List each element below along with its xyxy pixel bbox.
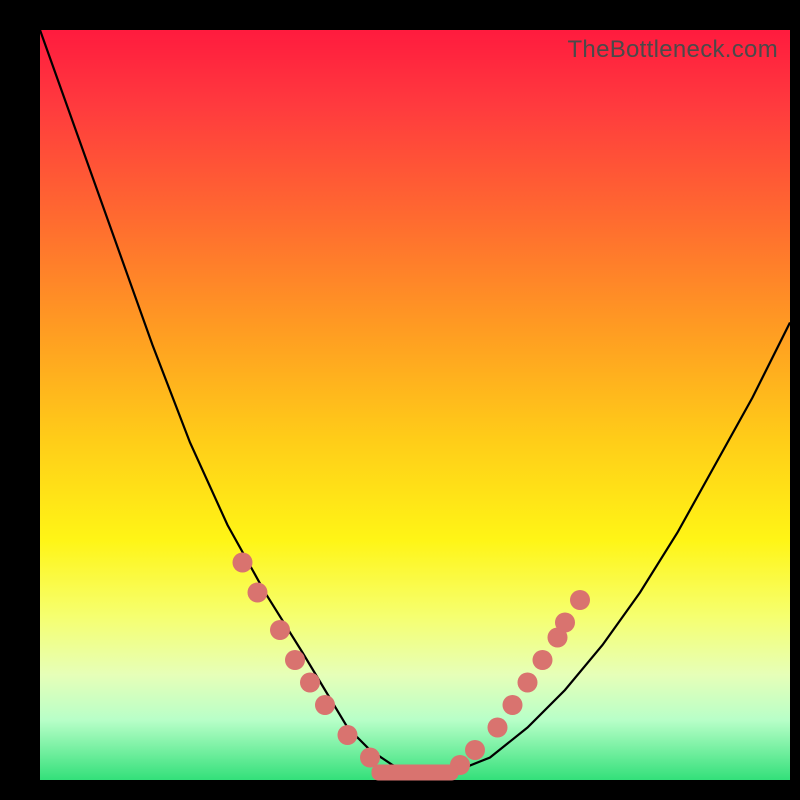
curve-marker xyxy=(338,725,358,745)
curve-markers xyxy=(233,553,591,776)
plot-area: TheBottleneck.com xyxy=(40,30,790,780)
curve-marker xyxy=(360,748,380,768)
bottleneck-curve-svg xyxy=(40,30,790,780)
curve-marker xyxy=(285,650,305,670)
curve-marker xyxy=(270,620,290,640)
chart-frame: TheBottleneck.com xyxy=(0,0,800,800)
curve-marker xyxy=(315,695,335,715)
curve-marker xyxy=(555,613,575,633)
curve-marker xyxy=(300,673,320,693)
curve-marker xyxy=(488,718,508,738)
curve-marker xyxy=(248,583,268,603)
bottleneck-curve xyxy=(40,30,790,773)
curve-marker xyxy=(533,650,553,670)
curve-marker xyxy=(233,553,253,573)
curve-marker xyxy=(570,590,590,610)
curve-marker xyxy=(503,695,523,715)
curve-marker xyxy=(465,740,485,760)
curve-marker xyxy=(518,673,538,693)
curve-flat-segment xyxy=(372,765,459,781)
